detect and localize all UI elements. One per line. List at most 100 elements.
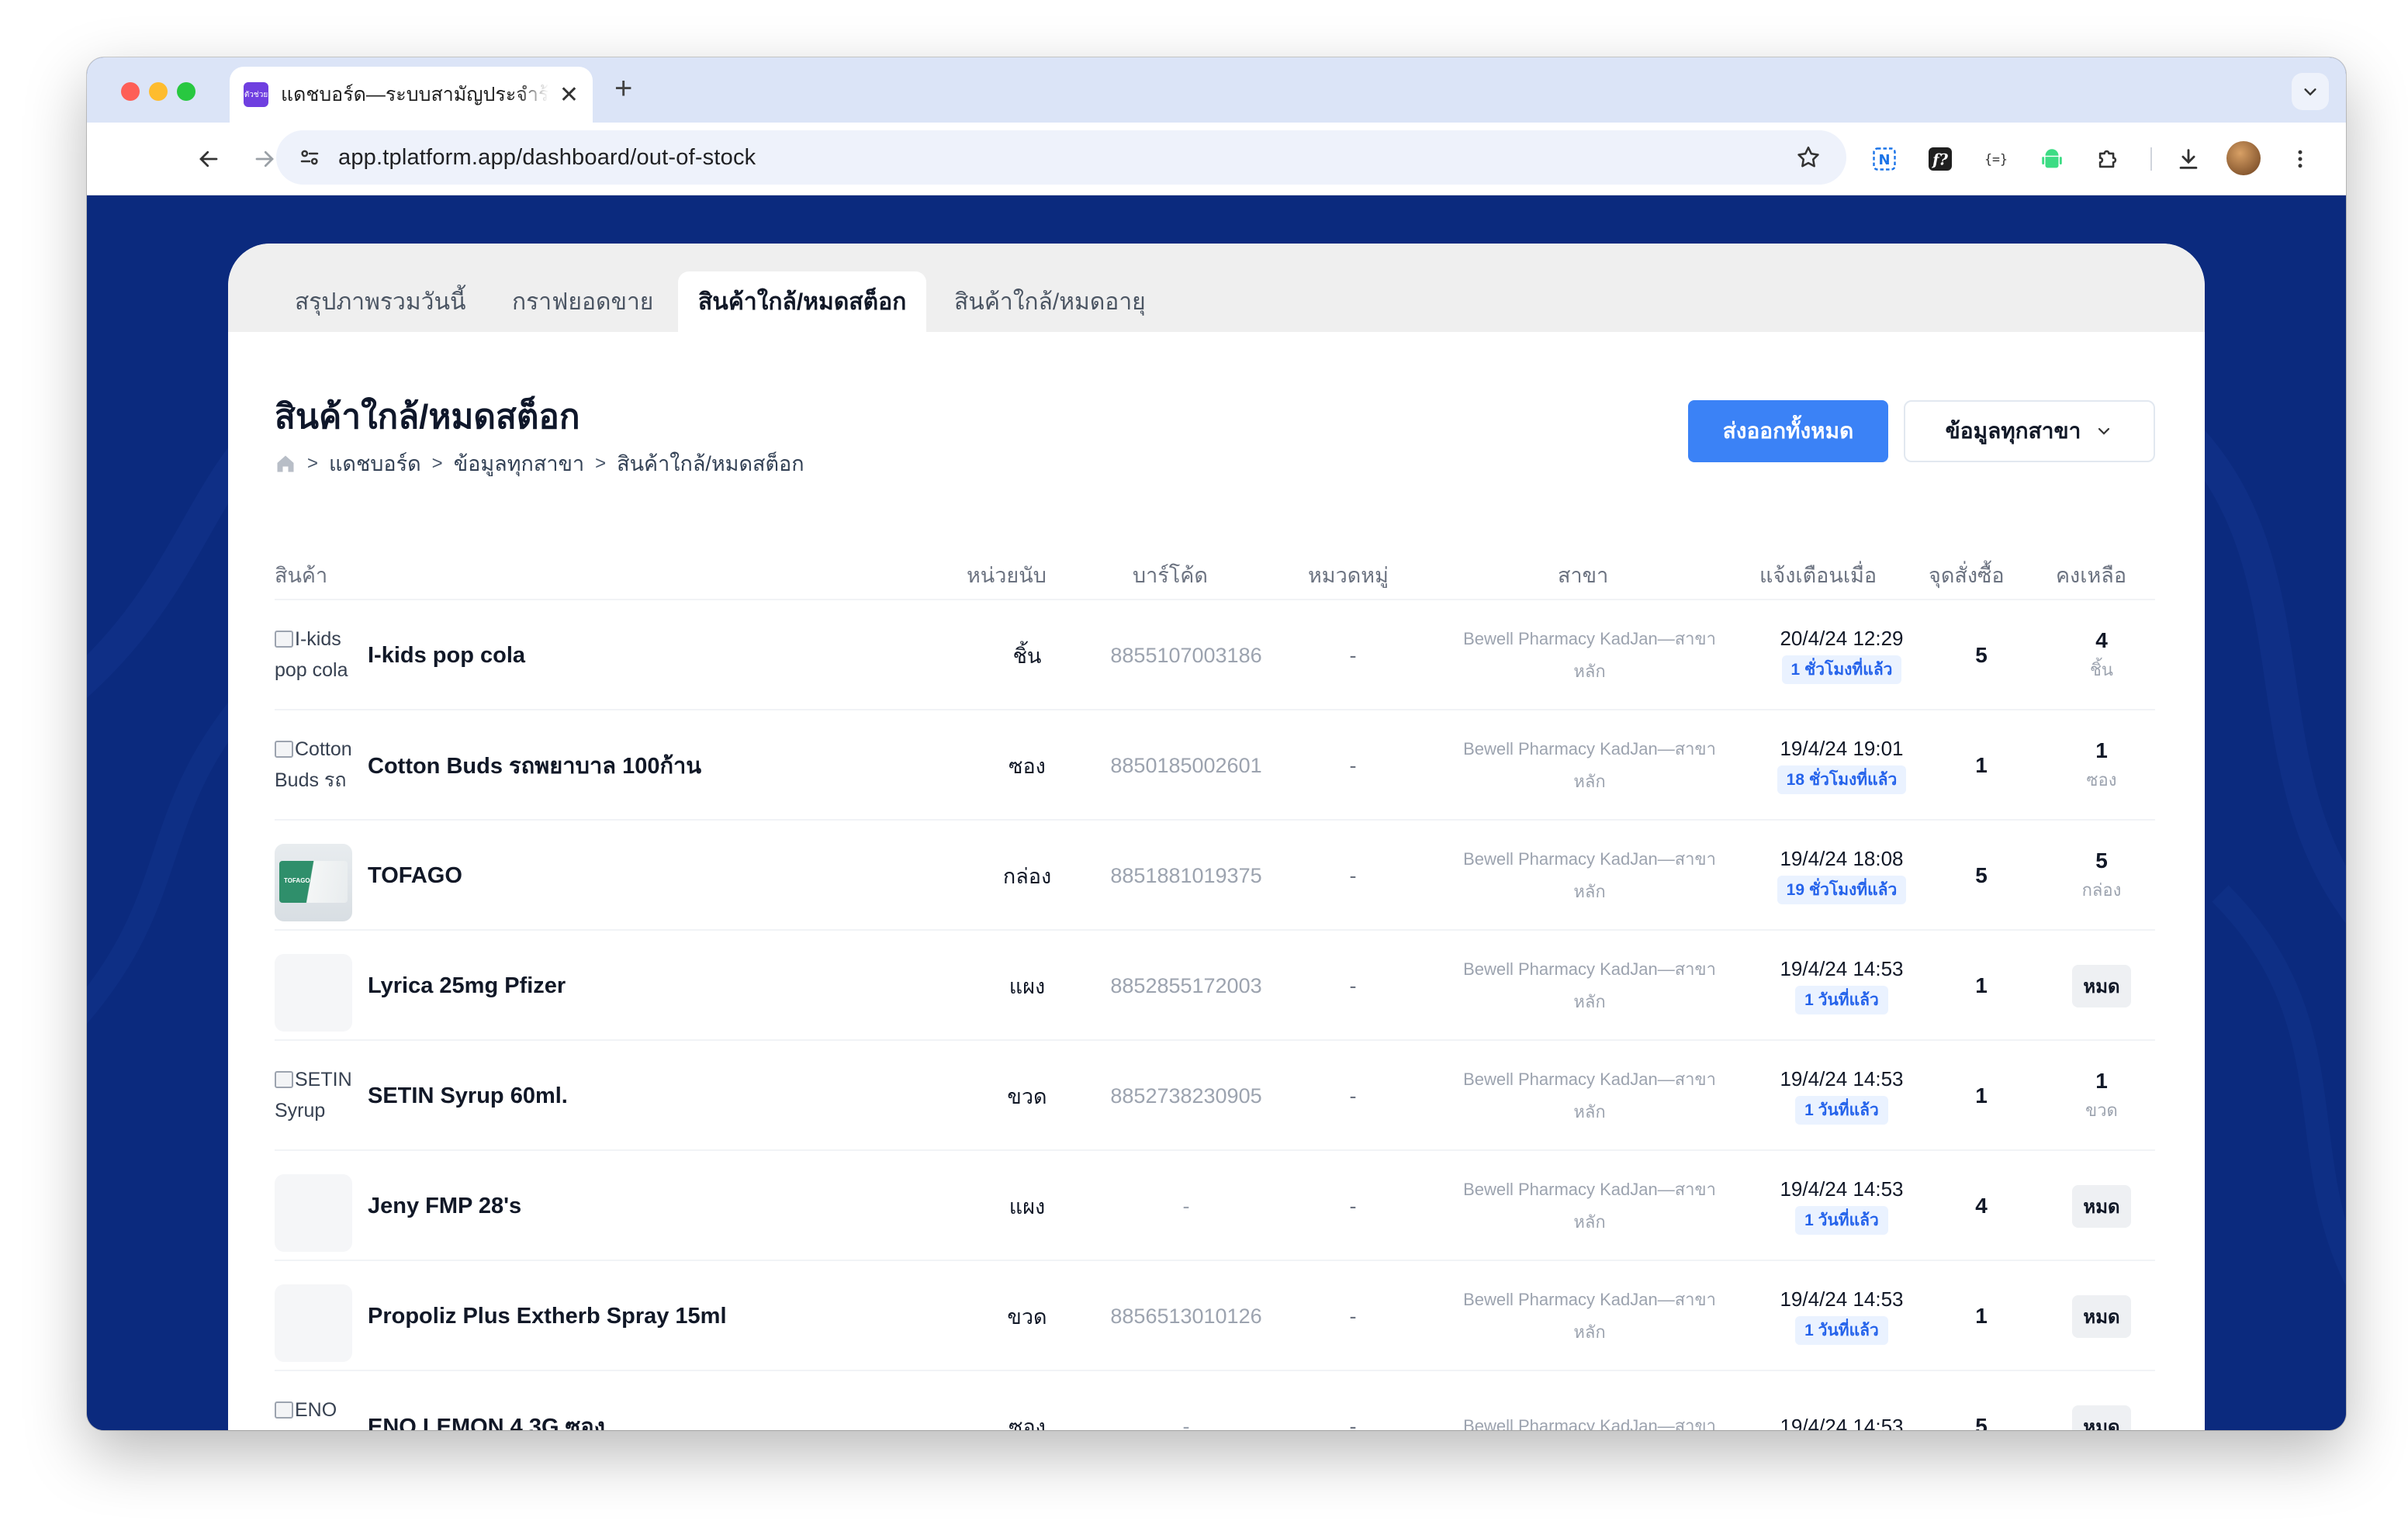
svg-text:f?: f? <box>1931 151 1948 169</box>
col-category[interactable]: หมวดหมู่ <box>1308 558 1389 592</box>
product-name[interactable]: TOFAGO <box>368 821 462 931</box>
product-name[interactable]: Jeny FMP 28's <box>368 1151 521 1261</box>
browser-tab[interactable]: ตัวช่วย แดชบอร์ด—ระบบสามัญประจำร้าน ✕ <box>230 67 593 123</box>
breadcrumb-dashboard[interactable]: แดชบอร์ด <box>329 447 421 480</box>
table-row-5[interactable]: SETIN Syrup SETIN Syrup 60ml. ขวด 885273… <box>275 1041 2155 1151</box>
product-name[interactable]: Cotton Buds รถพยาบาล 100ก้าน <box>368 710 701 821</box>
address-bar[interactable]: app.tplatform.app/dashboard/out-of-stock <box>276 130 1846 185</box>
branch-name: Bewell Pharmacy KadJan—สาขา <box>1463 849 1716 869</box>
col-barcode[interactable]: บาร์โค้ด <box>1133 558 1208 592</box>
tab-expiring[interactable]: สินค้าใกล้/หมดอายุ <box>934 271 1166 332</box>
unit-cell: แผง <box>967 931 1088 1041</box>
branch-cell: Bewell Pharmacy KadJan—สาขา หลัก <box>1438 1151 1741 1261</box>
product-name[interactable]: SETIN Syrup 60ml. <box>368 1041 568 1151</box>
product-name[interactable]: I-kids pop cola <box>368 600 525 710</box>
branch-select[interactable]: ข้อมูลทุกสาขา <box>1904 400 2155 462</box>
new-tab-button[interactable]: + <box>614 71 632 106</box>
home-icon[interactable] <box>275 453 296 475</box>
product-name[interactable]: ENO LEMON 4.3G ซอง <box>368 1371 605 1430</box>
category-cell: - <box>1291 1041 1415 1151</box>
close-window-button[interactable] <box>121 82 140 101</box>
product-image: I-kids pop cola <box>275 624 352 701</box>
alert-datetime: 20/4/24 12:29 <box>1780 627 1904 650</box>
time-ago-badge: 1 วันที่แล้ว <box>1795 986 1888 1014</box>
table-row-1[interactable]: I-kids pop cola I-kids pop cola ชิ้น 885… <box>275 600 2155 710</box>
table-row-3[interactable]: TOFAGO TOFAGO กล่อง 8851881019375 - Bewe… <box>275 821 2155 931</box>
reorder-cell: 5 <box>1935 821 2028 931</box>
profile-avatar[interactable] <box>2226 141 2261 175</box>
export-all-button[interactable]: ส่งออกทั้งหมด <box>1688 400 1888 462</box>
kebab-menu-icon[interactable] <box>2282 141 2318 177</box>
barcode-text: 8851881019375 <box>1110 863 1262 887</box>
barcode-text: 8850185002601 <box>1110 753 1262 777</box>
android-icon[interactable] <box>2034 141 2070 177</box>
branch-type: หลัก <box>1573 882 1606 901</box>
close-tab-icon[interactable]: ✕ <box>559 81 579 109</box>
col-unit[interactable]: หน่วยนับ <box>967 558 1047 592</box>
table-row-4[interactable]: Lyrica 25mg Pfizer แผง 8852855172003 - B… <box>275 931 2155 1041</box>
svg-text:{=}: {=} <box>1984 152 2008 167</box>
tab-sales-chart[interactable]: กราฟยอดขาย <box>492 271 673 332</box>
alert-datetime: 19/4/24 14:53 <box>1780 1177 1904 1201</box>
table-row-8[interactable]: ENO LEMON ENO LEMON 4.3G ซอง ซอง - - Bew… <box>275 1371 2155 1430</box>
breadcrumb-all-branches[interactable]: ข้อมูลทุกสาขา <box>454 447 584 480</box>
tab-today-summary[interactable]: สรุปภาพรวมวันนี้ <box>275 271 486 332</box>
page-viewport: สรุปภาพรวมวันนี้ กราฟยอดขาย สินค้าใกล้/ห… <box>87 195 2346 1430</box>
minimize-window-button[interactable] <box>149 82 168 101</box>
remaining-unit: กล่อง <box>2081 880 2122 900</box>
url-text[interactable]: app.tplatform.app/dashboard/out-of-stock <box>338 145 756 171</box>
col-remaining[interactable]: คงเหลือ <box>2056 558 2126 592</box>
barcode-cell: - <box>1097 1371 1275 1431</box>
category-text: - <box>1349 973 1357 997</box>
branch-cell: Bewell Pharmacy KadJan—สาขา หลัก <box>1438 1041 1741 1151</box>
formula-icon[interactable]: f? <box>1922 141 1958 177</box>
tab-search-button[interactable] <box>2292 73 2329 110</box>
barcode-cell: 8852738230905 <box>1097 1041 1275 1151</box>
barcode-cell: 8856513010126 <box>1097 1261 1275 1371</box>
reorder-point: 5 <box>1975 1414 1988 1430</box>
alert-cell: 19/4/24 14:53 1 วันที่แล้ว <box>1741 931 1943 1041</box>
alert-datetime: 19/4/24 14:53 <box>1780 1414 1904 1431</box>
table-row-7[interactable]: Propoliz Plus Extherb Spray 15ml ขวด 885… <box>275 1261 2155 1371</box>
barcode-text: - <box>1182 1414 1190 1431</box>
product-image: Cotton Buds รถ <box>275 734 352 811</box>
time-ago-badge: 19 ชั่วโมงที่แล้ว <box>1777 876 1907 904</box>
category-text: - <box>1349 1304 1357 1328</box>
unit-text: ซอง <box>1009 754 1046 778</box>
alert-datetime: 19/4/24 18:08 <box>1780 847 1904 870</box>
remaining-cell: 1 ซอง <box>2051 710 2152 821</box>
col-branch[interactable]: สาขา <box>1558 558 1608 592</box>
site-settings-icon[interactable] <box>298 146 321 169</box>
notion-icon[interactable]: N <box>1867 141 1902 177</box>
remaining-cell: 5 กล่อง <box>2051 821 2152 931</box>
puzzle-icon[interactable] <box>2090 141 2126 177</box>
maximize-window-button[interactable] <box>177 82 195 101</box>
product-name[interactable]: Propoliz Plus Extherb Spray 15ml <box>368 1261 727 1371</box>
back-button[interactable] <box>191 141 227 177</box>
col-product[interactable]: สินค้า <box>275 558 327 592</box>
remaining-cell: หมด <box>2051 1151 2152 1261</box>
barcode-cell: 8851881019375 <box>1097 821 1275 931</box>
download-icon[interactable] <box>2171 141 2206 177</box>
col-reorder[interactable]: จุดสั่งซื้อ <box>1929 558 2005 592</box>
col-alert[interactable]: แจ้งเตือนเมื่อ <box>1759 558 1877 592</box>
barcode-text: - <box>1182 1194 1190 1218</box>
json-icon[interactable]: {=} <box>1978 141 2014 177</box>
reorder-point: 5 <box>1975 643 1988 667</box>
category-cell: - <box>1291 1261 1415 1371</box>
barcode-cell: 8852855172003 <box>1097 931 1275 1041</box>
table-row-2[interactable]: Cotton Buds รถ Cotton Buds รถพยาบาล 100ก… <box>275 710 2155 821</box>
time-ago-badge: 18 ชั่วโมงที่แล้ว <box>1777 766 1907 794</box>
table-row-6[interactable]: Jeny FMP 28's แผง - - Bewell Pharmacy Ka… <box>275 1151 2155 1261</box>
unit-text: แผง <box>1009 1194 1046 1218</box>
product-image: SETIN Syrup <box>275 1064 352 1142</box>
product-image <box>275 954 352 1032</box>
out-of-stock-badge: หมด <box>2072 964 2131 1007</box>
bookmark-star-icon[interactable] <box>1795 144 1822 175</box>
tab-out-of-stock[interactable]: สินค้าใกล้/หมดสต็อก <box>678 271 927 332</box>
remaining-value: 4 <box>2095 627 2108 652</box>
out-of-stock-badge: หมด <box>2072 1405 2131 1430</box>
svg-text:N: N <box>1878 152 1890 168</box>
product-name[interactable]: Lyrica 25mg Pfizer <box>368 931 566 1041</box>
category-cell: - <box>1291 710 1415 821</box>
